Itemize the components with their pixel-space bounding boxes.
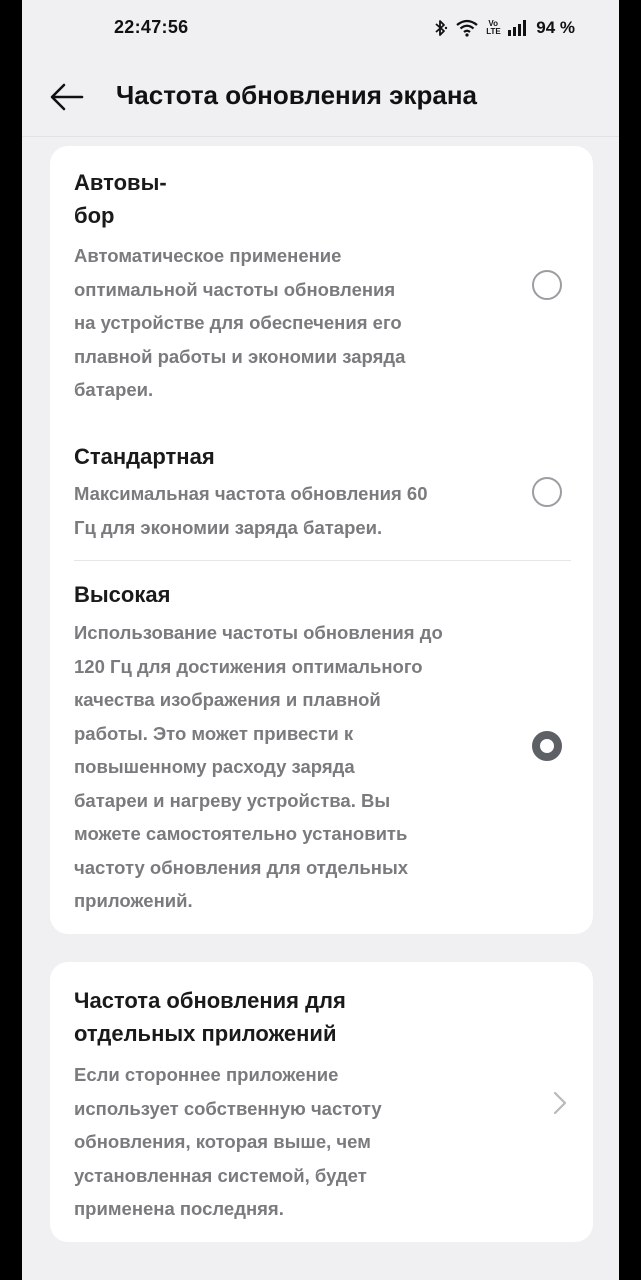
desc-line: обновления, которая выше, чем [74, 1131, 371, 1152]
desc-line: батареи. [74, 379, 154, 400]
desc-line: Если стороннее приложение [74, 1064, 339, 1085]
desc-line: Максимальная частота обновления 60 [74, 483, 428, 504]
screen: 22:47:56 Vo LTE 94 % Частота обновления … [22, 0, 619, 1280]
option-auto-title: Автовы- бор [74, 166, 167, 232]
refresh-rate-options-card: Автовы- бор Автоматическое применение оп… [50, 146, 593, 934]
desc-line: работы. Это может привести к [74, 722, 354, 744]
desc-line: Использование частоты обновления до [74, 622, 443, 643]
desc-line: Гц для экономии заряда батареи. [74, 516, 383, 538]
option-standard[interactable]: Стандартная Максимальная частота обновле… [50, 426, 593, 556]
battery-percent: 94 % [536, 18, 575, 37]
desc-line: плавной работы и экономии заряда [74, 345, 406, 367]
radio-high[interactable] [532, 731, 562, 761]
status-icons: Vo LTE 94 % [432, 14, 575, 42]
option-separator [74, 560, 571, 561]
desc-line: батареи и нагреву устройства. Вы [74, 789, 391, 811]
option-standard-description: Максимальная частота обновления 60 Гц дл… [74, 477, 509, 544]
desc-line: качества изображения и плавной [74, 689, 381, 710]
desc-line: использует собственную частоту [74, 1097, 382, 1119]
status-bar: 22:47:56 Vo LTE 94 % [22, 0, 619, 60]
status-time: 22:47:56 [114, 17, 189, 37]
per-app-refresh-rate-card[interactable]: Частота обновления для отдельных приложе… [50, 962, 593, 1242]
desc-line: Автоматическое применение [74, 245, 342, 266]
option-standard-title: Стандартная [74, 444, 215, 469]
arrow-left-icon[interactable] [48, 78, 86, 116]
bluetooth-icon [435, 20, 448, 36]
header-divider [22, 136, 619, 137]
desc-line: применена последняя. [74, 1198, 284, 1219]
volte-icon: Vo LTE [486, 19, 501, 36]
option-high-description: Использование частоты обновления до 120 … [74, 616, 509, 918]
option-auto-description: Автоматическое применение оптимальной ча… [74, 239, 509, 407]
desc-line: установленная системой, будет [74, 1164, 367, 1186]
per-app-title: Частота обновления для отдельных приложе… [74, 984, 346, 1050]
desc-line: на устройстве для обеспечения его [74, 312, 402, 333]
option-auto-title-line-2: бор [74, 203, 115, 228]
desc-line: можете самостоятельно установить [74, 823, 408, 844]
chevron-right-icon[interactable] [552, 1090, 568, 1116]
desc-line: частоту обновления для отдельных [74, 856, 409, 878]
page-title: Частота обновления экрана [116, 80, 477, 110]
desc-line: оптимальной частоты обновления [74, 278, 396, 300]
desc-line: 120 Гц для достижения оптимального [74, 655, 423, 677]
option-high[interactable]: Высокая Использование частоты обновления… [50, 564, 593, 934]
per-app-title-line-1: Частота обновления для [74, 988, 346, 1013]
wifi-icon [456, 19, 478, 37]
desc-line: приложений. [74, 890, 193, 911]
desc-line: повышенному расходу заряда [74, 756, 355, 777]
option-auto-title-line-1: Автовы- [74, 170, 167, 195]
app-header: Частота обновления экрана [22, 60, 619, 136]
radio-auto[interactable] [532, 270, 562, 300]
per-app-title-line-2: отдельных приложений [74, 1021, 337, 1046]
per-app-description: Если стороннее приложение использует соб… [74, 1058, 509, 1226]
signal-icon [508, 20, 527, 36]
radio-standard[interactable] [532, 477, 562, 507]
option-high-title: Высокая [74, 582, 171, 607]
option-auto[interactable]: Автовы- бор Автоматическое применение оп… [50, 146, 593, 408]
